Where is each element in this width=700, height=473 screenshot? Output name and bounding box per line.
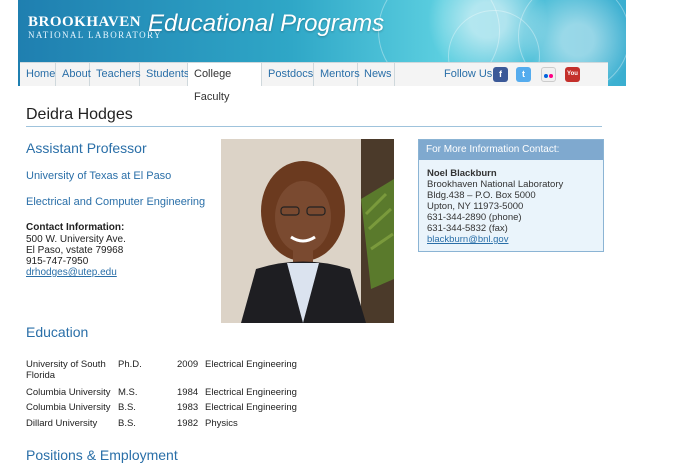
edu-year: 2009 (177, 359, 199, 370)
edu-year: 1982 (177, 418, 199, 429)
contact-bldg: Bldg.438 – P.O. Box 5000 (427, 190, 536, 201)
nav-about[interactable]: About (56, 63, 91, 86)
facebook-icon[interactable]: f (493, 67, 508, 82)
twitter-icon[interactable]: t (516, 67, 531, 82)
edu-year: 1983 (177, 402, 199, 413)
phone-number: 915-747-7950 (26, 256, 89, 267)
edu-school: Columbia University (26, 387, 111, 398)
edu-school: Dillard University (26, 418, 98, 429)
edu-degree: Ph.D. (118, 359, 142, 370)
bnl-logo[interactable]: BROOKHAVEN (28, 14, 141, 31)
contact-info-label: Contact Information: (26, 222, 125, 233)
contact-phone: 631-344-2890 (phone) (427, 212, 522, 223)
nav-mentors[interactable]: Mentors (314, 63, 360, 86)
nav-home[interactable]: Home (20, 63, 56, 86)
main-nav: Home About Teachers Students College Fac… (20, 62, 608, 103)
contact-info-box: For More Information Contact: Noel Black… (418, 139, 604, 252)
nav-news[interactable]: News (358, 63, 395, 86)
edu-field: Electrical Engineering (205, 387, 297, 398)
contact-box-body: Noel Blackburn Brookhaven National Labor… (419, 160, 603, 245)
nav-postdocs[interactable]: Postdocs (262, 63, 314, 86)
follow-us-label: Follow Us (444, 68, 493, 80)
nav-college-faculty[interactable]: College Faculty (188, 63, 262, 103)
page-title: Deidra Hodges (26, 106, 133, 123)
email-link[interactable]: drhodges@utep.edu (26, 267, 117, 278)
edu-degree: B.S. (118, 402, 136, 413)
contact-name: Noel Blackburn (427, 168, 497, 179)
edu-school: Columbia University (26, 402, 111, 413)
positions-heading: Positions & Employment (26, 447, 178, 463)
institution-link[interactable]: University of Texas at El Paso (26, 170, 171, 182)
address-line2: El Paso, vstate 79968 (26, 245, 124, 256)
flickr-icon[interactable] (541, 67, 556, 82)
edu-field: Electrical Engineering (205, 359, 297, 370)
nav-students[interactable]: Students (140, 63, 189, 86)
title-divider (26, 126, 602, 127)
edu-degree: M.S. (118, 387, 138, 398)
edu-year: 1984 (177, 387, 199, 398)
position-title: Assistant Professor (26, 140, 147, 156)
contact-box-heading: For More Information Contact: (419, 140, 603, 160)
site-title: Educational Programs (148, 10, 385, 37)
nav-teachers[interactable]: Teachers (90, 63, 141, 86)
edu-school: University of South Florida (26, 359, 106, 381)
contact-org: Brookhaven National Laboratory (427, 179, 564, 190)
edu-field: Electrical Engineering (205, 402, 297, 413)
contact-city: Upton, NY 11973-5000 (427, 201, 524, 212)
contact-email[interactable]: blackburn@bnl.gov (427, 234, 603, 245)
edu-degree: B.S. (118, 418, 136, 429)
education-heading: Education (26, 324, 89, 340)
department-link[interactable]: Electrical and Computer Engineering (26, 196, 205, 208)
contact-fax: 631-344-5832 (fax) (427, 223, 508, 234)
profile-photo (221, 139, 394, 323)
youtube-icon[interactable]: You (565, 67, 580, 82)
edu-field: Physics (205, 418, 238, 429)
bnl-logo-subtitle: NATIONAL LABORATORY (28, 30, 162, 40)
address-line1: 500 W. University Ave. (26, 234, 126, 245)
